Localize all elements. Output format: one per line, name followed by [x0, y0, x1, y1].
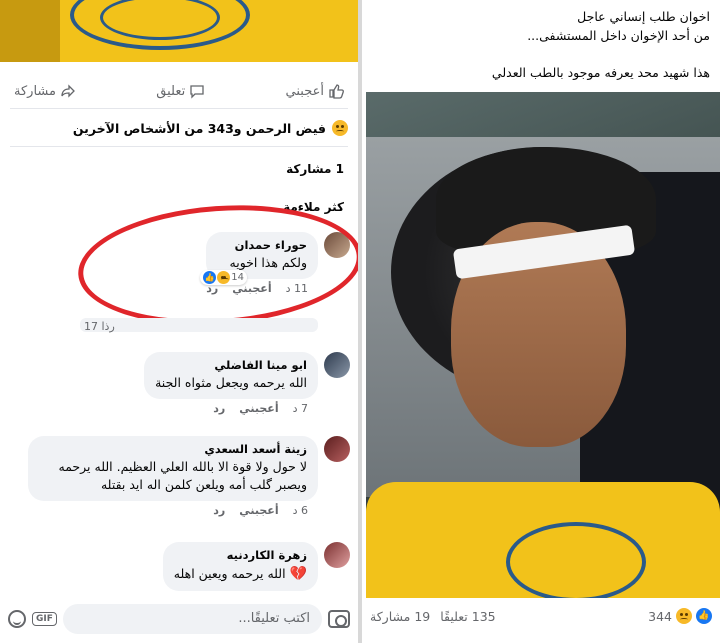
like-label: أعجبني: [285, 83, 324, 99]
gif-button[interactable]: GIF: [32, 612, 57, 626]
comment-reply-button[interactable]: رد: [213, 504, 225, 517]
comment-time: 7 د: [292, 402, 308, 416]
broken-heart-icon: 💔: [289, 566, 307, 582]
comment-label: تعليق: [156, 83, 186, 99]
comment-bubble: زينة أسعد السعدي لا حول ولا قوة الا بالل…: [28, 436, 318, 502]
highlight-circle: [74, 196, 358, 334]
avatar[interactable]: [324, 542, 350, 568]
reactions-count: 344: [648, 608, 672, 624]
shares-count[interactable]: 1 مشاركة: [286, 162, 344, 176]
comment-text: الله يرحمه ويجعل مثواه الجنة: [155, 375, 307, 390]
comment-text: لا حول ولا قوة الا بالله العلي العظيم. ا…: [58, 459, 308, 493]
share-label: مشاركة: [14, 83, 56, 99]
emoji-icon[interactable]: [8, 610, 26, 628]
camera-icon[interactable]: [328, 610, 350, 628]
divider: [10, 146, 348, 147]
comment-text-body: الله يرحمه ويعين اهله: [173, 566, 286, 581]
comment-item: ابو مينا الفاضلي الله يرحمه ويجعل مثواه …: [144, 352, 350, 415]
commenter-name[interactable]: ابو مينا الفاضلي: [155, 358, 307, 372]
comments-panel: أعجبني تعليق مشاركة فيض الرحمن و343 من ا…: [0, 0, 358, 643]
sad-reaction-icon: [676, 608, 692, 624]
post-footer: 👍 344 135 تعليقًا 19 مشاركة: [370, 608, 712, 624]
post-text-line: هذا شهيد محد يعرفه موجود بالطب العدلي: [491, 65, 710, 80]
comment-input[interactable]: اكتب تعليقًا...: [62, 604, 322, 634]
obscured-comment: [80, 318, 318, 332]
reactions-summary[interactable]: فيض الرحمن و343 من الأشخاص الآخرين: [10, 120, 348, 136]
commenter-name[interactable]: زينة أسعد السعدي: [39, 442, 307, 456]
comment-item: زينة أسعد السعدي لا حول ولا قوة الا بالل…: [28, 436, 350, 517]
post-actions-bar: أعجبني تعليق مشاركة: [0, 78, 358, 104]
share-button[interactable]: مشاركة: [14, 83, 76, 99]
comment-composer: GIF اكتب تعليقًا...: [0, 600, 358, 638]
post-image-crop: [0, 0, 358, 62]
commenter-name[interactable]: زهرة الكاردنيه: [174, 548, 307, 562]
sad-reaction-icon: [332, 120, 348, 136]
post-reactions[interactable]: 👍 344: [648, 608, 712, 624]
comment-bubble-icon: [190, 85, 204, 99]
avatar[interactable]: [324, 436, 350, 462]
comment-text: 💔 الله يرحمه ويعين اهله: [174, 564, 307, 584]
thumbs-up-icon: [329, 84, 344, 99]
avatar[interactable]: [324, 352, 350, 378]
comment-bubble: ابو مينا الفاضلي الله يرحمه ويجعل مثواه …: [144, 352, 318, 400]
comments-count[interactable]: 135 تعليقًا: [440, 609, 495, 624]
divider: [10, 108, 348, 109]
post-panel: اخوان طلب إنساني عاجل من أحد الإخوان داخ…: [362, 0, 720, 643]
like-reaction-icon: 👍: [696, 608, 712, 624]
comment-item: زهرة الكاردنيه 💔 الله يرحمه ويعين اهله: [162, 542, 350, 592]
comment-time: 6 د: [292, 504, 308, 518]
share-arrow-icon: [61, 84, 75, 98]
obscured-comment-meta: 17 رذا: [84, 320, 115, 333]
comment-button[interactable]: تعليق: [156, 83, 205, 99]
comment-bubble: زهرة الكاردنيه 💔 الله يرحمه ويعين اهله: [162, 542, 318, 592]
post-text-line: اخوان طلب إنساني عاجل: [577, 9, 710, 24]
comment-meta: 6 د أعجبني رد: [28, 504, 318, 517]
post-photo[interactable]: [366, 92, 720, 598]
comment-meta: 7 د أعجبني رد: [144, 402, 318, 415]
reactions-summary-text: فيض الرحمن و343 من الأشخاص الآخرين: [72, 120, 326, 136]
comment-like-button[interactable]: أعجبني: [239, 504, 278, 517]
shares-count[interactable]: 19 مشاركة: [370, 609, 430, 624]
like-button[interactable]: أعجبني: [286, 83, 344, 99]
post-text-line: من أحد الإخوان داخل المستشفى...: [527, 28, 710, 43]
comment-like-button[interactable]: أعجبني: [239, 402, 278, 415]
comment-reply-button[interactable]: رد: [213, 402, 225, 415]
